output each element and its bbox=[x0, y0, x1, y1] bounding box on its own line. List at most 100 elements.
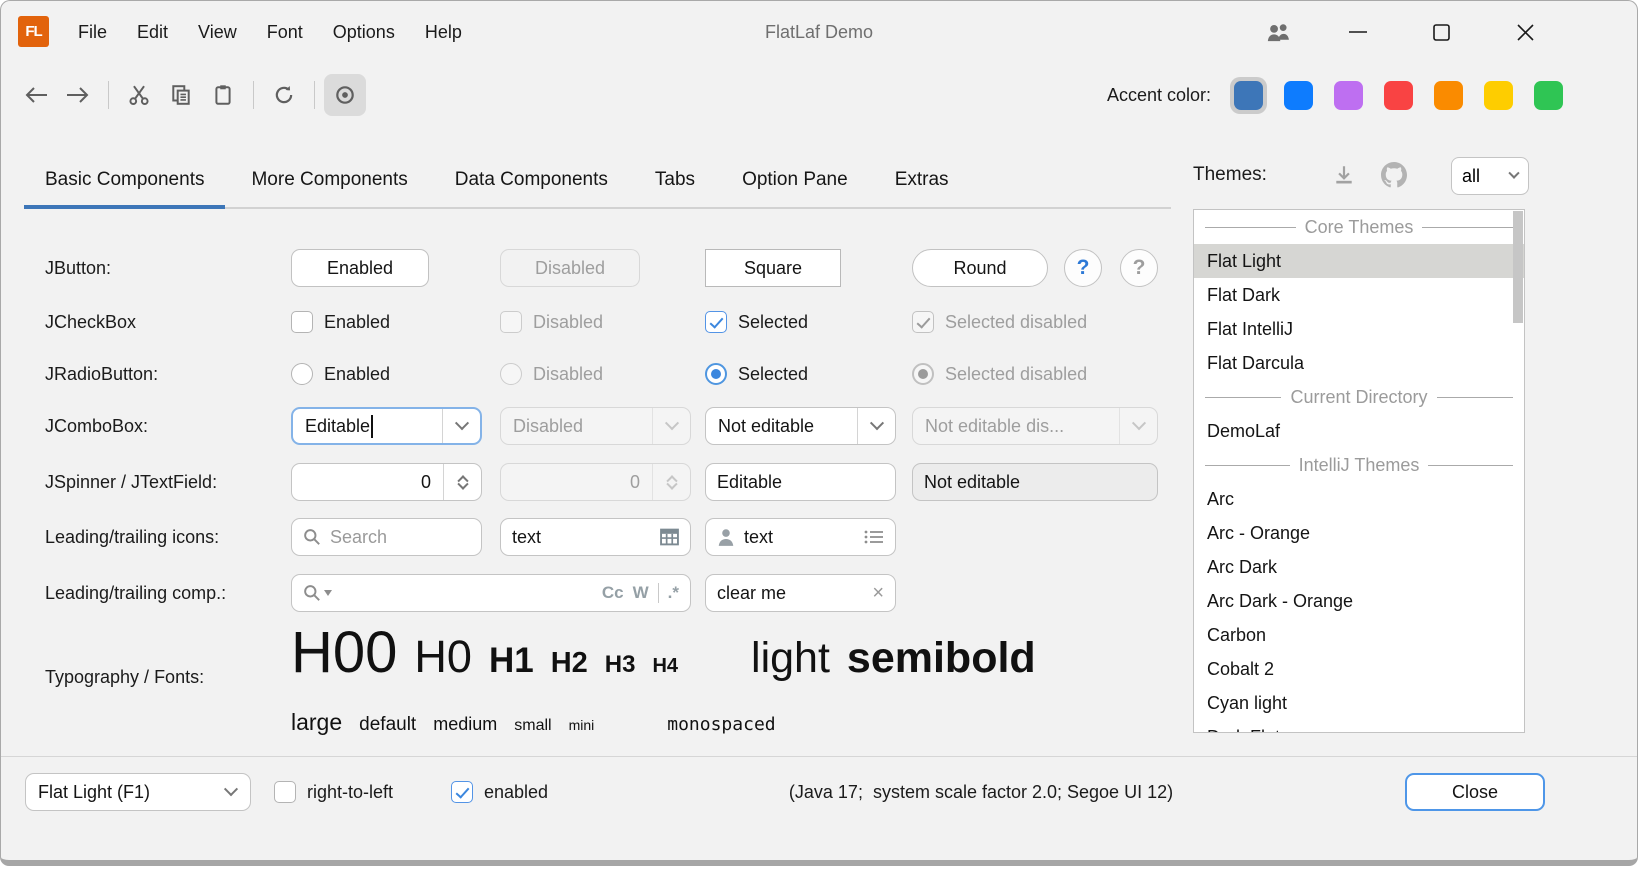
status-text: (Java 17; system scale factor 2.0; Segoe… bbox=[701, 773, 1261, 811]
accent-swatch-purple[interactable] bbox=[1334, 81, 1363, 110]
jcheckbox-row: JCheckBox Enabled Disabled Selected Sele… bbox=[1, 303, 1157, 341]
clear-icon[interactable]: × bbox=[872, 582, 884, 605]
theme-item-flat-light[interactable]: Flat Light bbox=[1194, 244, 1524, 278]
enabled-checkbox[interactable]: enabled bbox=[451, 773, 548, 811]
theme-item-cobalt-2[interactable]: Cobalt 2 bbox=[1194, 652, 1524, 686]
square-button[interactable]: Square bbox=[705, 249, 841, 287]
show-hidden-icon[interactable] bbox=[324, 74, 366, 116]
round-button[interactable]: Round bbox=[912, 249, 1048, 287]
spinner-disabled: 0 bbox=[500, 463, 691, 501]
close-button[interactable]: Close bbox=[1405, 773, 1545, 811]
theme-item-cyan-light[interactable]: Cyan light bbox=[1194, 686, 1524, 720]
whole-word-button[interactable]: W bbox=[633, 583, 649, 603]
tab-basic-components[interactable]: Basic Components bbox=[24, 151, 225, 209]
theme-item-arc[interactable]: Arc bbox=[1194, 482, 1524, 516]
enabled-button[interactable]: Enabled bbox=[291, 249, 429, 287]
accent-swatch-orange[interactable] bbox=[1434, 81, 1463, 110]
jcombobox-row: JComboBox: Editable Disabled Not editabl… bbox=[1, 407, 1157, 445]
large-sample: large bbox=[291, 709, 342, 736]
chevron-down-icon[interactable] bbox=[442, 409, 480, 443]
lookandfeel-combobox[interactable]: Flat Light (F1) bbox=[25, 773, 251, 811]
cut-icon[interactable] bbox=[118, 74, 160, 116]
help-button-disabled: ? bbox=[1120, 249, 1158, 287]
clearable-field[interactable]: clear me × bbox=[705, 574, 896, 612]
themes-filter-combobox[interactable]: all bbox=[1451, 157, 1529, 195]
combobox-editable[interactable]: Editable bbox=[291, 407, 482, 445]
tab-tabs[interactable]: Tabs bbox=[634, 151, 716, 209]
accent-swatch-green[interactable] bbox=[1534, 81, 1563, 110]
jradiobutton-label: JRadioButton: bbox=[45, 355, 158, 393]
tab-bar: Basic Components More Components Data Co… bbox=[1, 151, 1171, 209]
theme-item-flat-darcula[interactable]: Flat Darcula bbox=[1194, 346, 1524, 380]
copy-icon[interactable] bbox=[160, 74, 202, 116]
jspinner-label: JSpinner / JTextField: bbox=[45, 463, 217, 501]
theme-item-flat-intellij[interactable]: Flat IntelliJ bbox=[1194, 312, 1524, 346]
checkbox-checked-icon bbox=[705, 311, 727, 333]
bottom-bar: Flat Light (F1) right-to-left enabled (J… bbox=[1, 756, 1637, 861]
users-icon[interactable] bbox=[1255, 10, 1303, 54]
radio-selected[interactable]: Selected bbox=[705, 355, 808, 393]
themes-filter-value: all bbox=[1462, 166, 1480, 187]
accent-swatch-default[interactable] bbox=[1234, 81, 1263, 110]
chevron-down-icon[interactable] bbox=[212, 774, 250, 810]
menu-options[interactable]: Options bbox=[318, 1, 410, 63]
close-window-button[interactable] bbox=[1501, 10, 1549, 54]
chevron-down-icon[interactable] bbox=[857, 408, 895, 444]
menu-view[interactable]: View bbox=[183, 1, 252, 63]
radio-selected-disabled: Selected disabled bbox=[912, 355, 1087, 393]
typography-sizes: large default medium small mini monospac… bbox=[291, 709, 776, 745]
theme-item-flat-dark[interactable]: Flat Dark bbox=[1194, 278, 1524, 312]
tab-more-components[interactable]: More Components bbox=[230, 151, 428, 209]
combobox-not-editable[interactable]: Not editable bbox=[705, 407, 896, 445]
menu-help[interactable]: Help bbox=[410, 1, 477, 63]
text-field-calendar[interactable]: text bbox=[500, 518, 691, 556]
spinner-buttons[interactable] bbox=[443, 464, 481, 500]
checkbox-enabled[interactable]: Enabled bbox=[291, 303, 390, 341]
leading-icons-label: Leading/trailing icons: bbox=[45, 518, 219, 556]
chevron-down-icon bbox=[1508, 168, 1519, 179]
forward-icon[interactable] bbox=[57, 74, 99, 116]
accent-swatch-red[interactable] bbox=[1384, 81, 1413, 110]
field-separator bbox=[658, 583, 659, 603]
accent-swatch-blue[interactable] bbox=[1284, 81, 1313, 110]
checkbox-selected[interactable]: Selected bbox=[705, 303, 808, 341]
theme-item-dark-flat[interactable]: Dark Flat bbox=[1194, 720, 1524, 733]
theme-item-arc-dark[interactable]: Arc Dark bbox=[1194, 550, 1524, 584]
list-icon bbox=[864, 529, 884, 545]
combobox-disabled: Disabled bbox=[500, 407, 691, 445]
theme-item-arc-dark-orange[interactable]: Arc Dark - Orange bbox=[1194, 584, 1524, 618]
radio-checked-icon bbox=[912, 363, 934, 385]
menu-file[interactable]: File bbox=[63, 1, 122, 63]
tab-option-pane[interactable]: Option Pane bbox=[721, 151, 869, 209]
h3-sample: H3 bbox=[605, 651, 636, 679]
tab-data-components[interactable]: Data Components bbox=[434, 151, 629, 209]
search-field-with-options[interactable]: Cc W .* bbox=[291, 574, 691, 612]
maximize-button[interactable] bbox=[1417, 10, 1465, 54]
refresh-icon[interactable] bbox=[263, 74, 305, 116]
match-case-button[interactable]: Cc bbox=[602, 583, 624, 603]
menu-edit[interactable]: Edit bbox=[122, 1, 183, 63]
search-dropdown-icon[interactable] bbox=[303, 584, 332, 602]
theme-item-arc-orange[interactable]: Arc - Orange bbox=[1194, 516, 1524, 550]
h2-sample: H2 bbox=[551, 647, 588, 680]
textfield-editable[interactable]: Editable bbox=[705, 463, 896, 501]
help-button[interactable]: ? bbox=[1064, 249, 1102, 287]
spinner[interactable]: 0 bbox=[291, 463, 482, 501]
regex-button[interactable]: .* bbox=[668, 583, 679, 603]
paste-icon[interactable] bbox=[202, 74, 244, 116]
menu-font[interactable]: Font bbox=[252, 1, 318, 63]
scrollbar-thumb[interactable] bbox=[1513, 211, 1523, 323]
minimize-button[interactable] bbox=[1334, 10, 1382, 54]
theme-item-carbon[interactable]: Carbon bbox=[1194, 618, 1524, 652]
back-icon[interactable] bbox=[15, 74, 57, 116]
accent-swatch-yellow[interactable] bbox=[1484, 81, 1513, 110]
search-field[interactable]: Search bbox=[291, 518, 482, 556]
github-icon[interactable] bbox=[1373, 154, 1415, 196]
download-icon[interactable] bbox=[1323, 154, 1365, 196]
text-field-person[interactable]: text bbox=[705, 518, 896, 556]
radio-enabled[interactable]: Enabled bbox=[291, 355, 390, 393]
right-to-left-checkbox[interactable]: right-to-left bbox=[274, 773, 393, 811]
tab-extras[interactable]: Extras bbox=[874, 151, 970, 209]
jbutton-label: JButton: bbox=[45, 249, 111, 287]
theme-item-demolaf[interactable]: DemoLaf bbox=[1194, 414, 1524, 448]
